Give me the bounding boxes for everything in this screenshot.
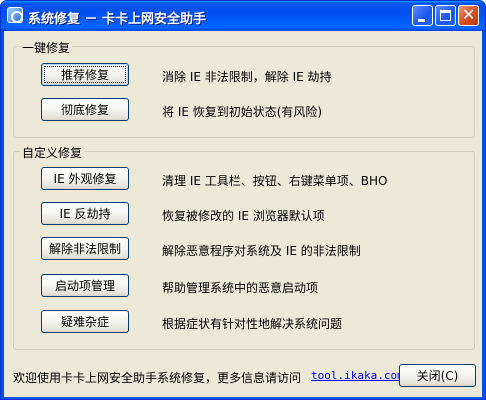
main-window: 系统修复 － 卡卡上网安全助手 ✕ 一键修复 推荐修复 消除 IE 非法限制，解…: [0, 0, 486, 400]
title-bar[interactable]: 系统修复 － 卡卡上网安全助手 ✕: [1, 1, 485, 31]
remove-restrictions-button[interactable]: 解除非法限制: [41, 237, 129, 260]
remove-restrictions-desc: 解除恶意程序对系统及 IE 的非法限制: [162, 244, 361, 258]
quick-fix-group-label: 一键修复: [20, 39, 73, 56]
recommended-fix-desc: 消除 IE 非法限制，解除 IE 劫持: [162, 70, 332, 84]
custom-fix-group-label: 自定义修复: [20, 144, 85, 161]
startup-manager-button[interactable]: 启动项管理: [41, 274, 129, 297]
ie-anti-hijack-button[interactable]: IE 反劫持: [41, 202, 129, 225]
minimize-button[interactable]: [412, 5, 433, 26]
ie-appearance-fix-desc: 清理 IE 工具栏、按钮、右键菜单项、BHO: [162, 174, 388, 188]
full-fix-desc: 将 IE 恢复到初始状态(有风险): [162, 105, 323, 119]
dialog-body: 一键修复 推荐修复 消除 IE 非法限制，解除 IE 劫持 彻底修复 将 IE …: [4, 31, 482, 397]
troubleshoot-desc: 根据症状有针对性地解决系统问题: [162, 317, 343, 331]
quick-fix-group: 一键修复: [13, 39, 475, 138]
startup-manager-desc: 帮助管理系统中的恶意启动项: [162, 281, 319, 295]
window-title: 系统修复 － 卡卡上网安全助手: [28, 12, 207, 27]
minimize-icon: [418, 19, 425, 22]
maximize-icon: [440, 10, 451, 21]
footer-message: 欢迎使用卡卡上网安全助手系统修复，更多信息请访问: [13, 371, 302, 385]
close-button[interactable]: 关闭(C): [399, 364, 476, 387]
close-window-button[interactable]: ✕: [458, 5, 479, 26]
close-icon: ✕: [462, 5, 476, 24]
ie-anti-hijack-desc: 恢复被修改的 IE 浏览器默认项: [162, 209, 325, 223]
maximize-button[interactable]: [435, 5, 456, 26]
website-link[interactable]: tool.ikaka.com: [311, 369, 404, 382]
app-icon: [7, 7, 23, 23]
full-fix-button[interactable]: 彻底修复: [41, 98, 129, 121]
ie-appearance-fix-button[interactable]: IE 外观修复: [41, 167, 129, 190]
troubleshoot-button[interactable]: 疑难杂症: [41, 310, 129, 333]
recommended-fix-button[interactable]: 推荐修复: [41, 63, 129, 86]
